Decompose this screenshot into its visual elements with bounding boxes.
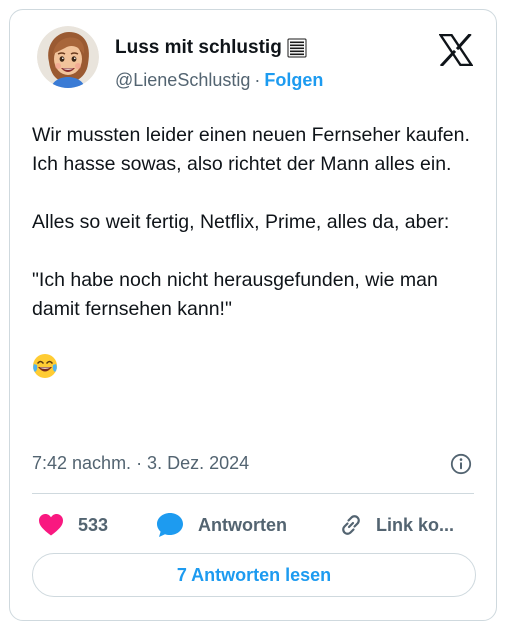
x-logo-icon[interactable] <box>438 32 474 68</box>
face-with-tears-of-joy-icon <box>32 353 58 379</box>
reply-label: Antworten <box>198 514 287 535</box>
tweet-card: Luss mit schlustig @LieneSchlustig · Folge… <box>9 9 497 621</box>
memoji-avatar-icon <box>37 26 99 88</box>
speech-bubble-icon <box>157 513 183 537</box>
info-icon[interactable] <box>450 453 472 475</box>
user-handle[interactable]: @LieneSchlustig <box>115 70 250 90</box>
tweet-paragraph: Alles so weit fertig, Netflix, Prime, al… <box>32 211 450 233</box>
handle-row: @LieneSchlustig · Folgen <box>115 70 323 91</box>
follow-button[interactable]: Folgen <box>264 70 323 90</box>
reply-button[interactable]: Antworten <box>156 508 287 542</box>
like-count: 533 <box>78 514 109 535</box>
separator: · <box>254 70 261 90</box>
tweet-paragraph: "Ich habe noch nicht herausgefunden, wie… <box>32 269 438 320</box>
divider <box>32 493 474 494</box>
link-icon <box>342 515 360 535</box>
avatar[interactable] <box>37 26 99 88</box>
like-button[interactable]: 533 <box>38 508 108 542</box>
copy-link-label: Link ko... <box>376 514 455 535</box>
tweet-text: Wir mussten leider einen neuen Fernseher… <box>32 121 472 383</box>
tweet-emoji-line <box>32 353 472 383</box>
ledger-icon <box>287 38 307 58</box>
action-bar: 533 Antworten Link ko... <box>32 508 476 544</box>
tweet-timestamp[interactable]: 7:42 nachm. · 3. Dez. 2024 <box>32 453 249 474</box>
heart-icon <box>39 514 63 536</box>
display-name[interactable]: Luss mit schlustig <box>115 37 307 59</box>
read-replies-label: 7 Antworten lesen <box>176 564 332 585</box>
tweet-paragraph: Wir mussten leider einen neuen Fernseher… <box>32 124 470 175</box>
read-replies-button[interactable]: 7 Antworten lesen <box>32 553 476 597</box>
display-name-text: Luss mit schlustig <box>115 37 282 58</box>
copy-link-button[interactable]: Link ko... <box>338 508 454 542</box>
